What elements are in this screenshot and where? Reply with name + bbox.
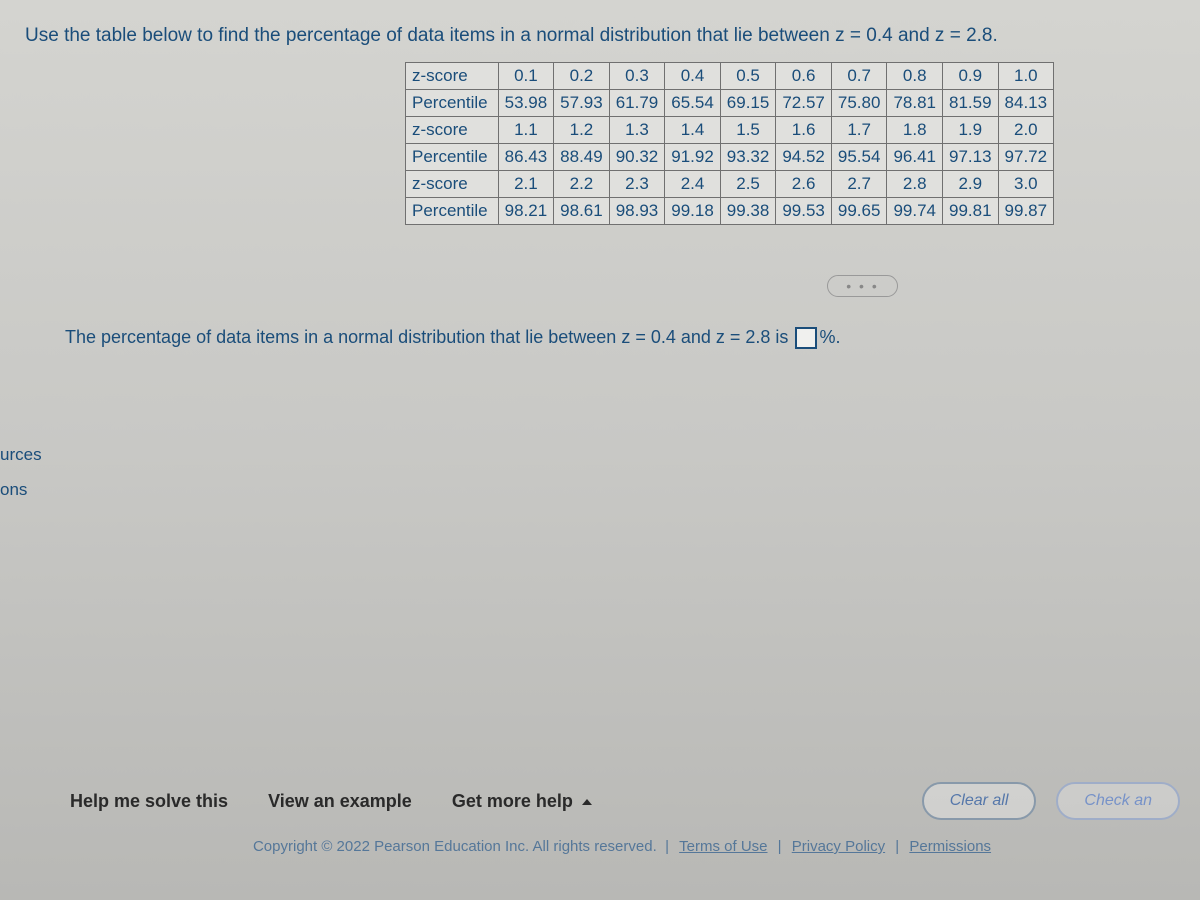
main-container: Use the table below to find the percenta… xyxy=(0,0,1200,900)
percentile-cell: 90.32 xyxy=(609,144,665,171)
z-score-cell: 2.8 xyxy=(887,171,943,198)
z-score-cell: 1.5 xyxy=(720,117,776,144)
z-score-cell: 0.4 xyxy=(665,63,721,90)
z-score-cell: 2.5 xyxy=(720,171,776,198)
z-score-cell: 1.2 xyxy=(554,117,610,144)
z-score-cell: 0.5 xyxy=(720,63,776,90)
get-more-help-label: Get more help xyxy=(452,791,573,811)
percentile-cell: 78.81 xyxy=(887,90,943,117)
percentile-cell: 94.52 xyxy=(776,144,832,171)
z-score-cell: 2.1 xyxy=(498,171,554,198)
percentile-cell: 69.15 xyxy=(720,90,776,117)
separator: • • • xyxy=(525,275,1200,297)
percentile-cell: 91.92 xyxy=(665,144,721,171)
z-score-row-label: z-score xyxy=(406,171,499,198)
percentile-cell: 65.54 xyxy=(665,90,721,117)
percentile-cell: 99.65 xyxy=(831,198,887,225)
dots-icon: • • • xyxy=(827,275,897,297)
z-score-cell: 2.9 xyxy=(942,171,998,198)
problem-statement: Use the table below to find the percenta… xyxy=(25,25,1200,47)
z-score-cell: 1.8 xyxy=(887,117,943,144)
z-score-cell: 0.3 xyxy=(609,63,665,90)
right-buttons: Clear all Check an xyxy=(922,782,1180,820)
terms-link[interactable]: Terms of Use xyxy=(679,838,767,855)
get-more-help-link[interactable]: Get more help xyxy=(452,791,592,812)
z-score-cell: 2.2 xyxy=(554,171,610,198)
z-score-cell: 0.8 xyxy=(887,63,943,90)
view-example-link[interactable]: View an example xyxy=(268,791,412,812)
privacy-link[interactable]: Privacy Policy xyxy=(792,838,885,855)
z-score-table-wrapper: z-score0.10.20.30.40.50.60.70.80.91.0Per… xyxy=(405,62,1200,225)
sidebar-item-resources[interactable]: urces xyxy=(0,445,42,465)
percentile-cell: 57.93 xyxy=(554,90,610,117)
percentile-cell: 98.93 xyxy=(609,198,665,225)
z-score-cell: 2.0 xyxy=(998,117,1054,144)
z-score-cell: 0.6 xyxy=(776,63,832,90)
z-score-cell: 0.1 xyxy=(498,63,554,90)
percentile-cell: 99.74 xyxy=(887,198,943,225)
z-score-row-label: z-score xyxy=(406,117,499,144)
z-score-cell: 1.7 xyxy=(831,117,887,144)
left-sidebar: urces ons xyxy=(0,430,42,515)
z-score-cell: 2.3 xyxy=(609,171,665,198)
answer-section: The percentage of data items in a normal… xyxy=(65,327,1200,349)
percentile-cell: 61.79 xyxy=(609,90,665,117)
help-me-solve-link[interactable]: Help me solve this xyxy=(70,791,228,812)
z-score-row-label: z-score xyxy=(406,63,499,90)
answer-suffix: %. xyxy=(819,327,840,347)
percentile-cell: 98.61 xyxy=(554,198,610,225)
chevron-up-icon xyxy=(582,799,592,805)
check-answer-button[interactable]: Check an xyxy=(1056,782,1180,820)
percentile-cell: 96.41 xyxy=(887,144,943,171)
bottom-bar: Help me solve this View an example Get m… xyxy=(70,782,1200,820)
z-score-cell: 1.9 xyxy=(942,117,998,144)
percentile-cell: 75.80 xyxy=(831,90,887,117)
percentile-cell: 93.32 xyxy=(720,144,776,171)
z-score-cell: 2.6 xyxy=(776,171,832,198)
percentile-cell: 99.18 xyxy=(665,198,721,225)
z-score-cell: 2.7 xyxy=(831,171,887,198)
percentile-cell: 99.81 xyxy=(942,198,998,225)
percentile-cell: 97.72 xyxy=(998,144,1054,171)
z-score-cell: 0.7 xyxy=(831,63,887,90)
percentile-cell: 84.13 xyxy=(998,90,1054,117)
answer-input[interactable] xyxy=(795,327,817,349)
percentile-row-label: Percentile xyxy=(406,144,499,171)
sidebar-item-options[interactable]: ons xyxy=(0,480,42,500)
z-score-cell: 1.1 xyxy=(498,117,554,144)
percentile-cell: 53.98 xyxy=(498,90,554,117)
z-score-cell: 1.4 xyxy=(665,117,721,144)
permissions-link[interactable]: Permissions xyxy=(909,838,991,855)
percentile-cell: 98.21 xyxy=(498,198,554,225)
copyright-text: Copyright © 2022 Pearson Education Inc. … xyxy=(253,838,657,855)
z-score-cell: 2.4 xyxy=(665,171,721,198)
z-score-cell: 0.9 xyxy=(942,63,998,90)
answer-prefix: The percentage of data items in a normal… xyxy=(65,327,788,347)
percentile-cell: 99.87 xyxy=(998,198,1054,225)
percentile-cell: 86.43 xyxy=(498,144,554,171)
percentile-row-label: Percentile xyxy=(406,90,499,117)
percentile-cell: 88.49 xyxy=(554,144,610,171)
percentile-cell: 99.38 xyxy=(720,198,776,225)
percentile-cell: 72.57 xyxy=(776,90,832,117)
percentile-row-label: Percentile xyxy=(406,198,499,225)
percentile-cell: 95.54 xyxy=(831,144,887,171)
z-score-cell: 1.3 xyxy=(609,117,665,144)
z-score-cell: 1.0 xyxy=(998,63,1054,90)
footer: Copyright © 2022 Pearson Education Inc. … xyxy=(25,838,1200,855)
z-score-cell: 0.2 xyxy=(554,63,610,90)
clear-all-button[interactable]: Clear all xyxy=(922,782,1037,820)
percentile-cell: 99.53 xyxy=(776,198,832,225)
z-score-cell: 1.6 xyxy=(776,117,832,144)
z-score-table: z-score0.10.20.30.40.50.60.70.80.91.0Per… xyxy=(405,62,1054,225)
percentile-cell: 97.13 xyxy=(942,144,998,171)
z-score-cell: 3.0 xyxy=(998,171,1054,198)
percentile-cell: 81.59 xyxy=(942,90,998,117)
